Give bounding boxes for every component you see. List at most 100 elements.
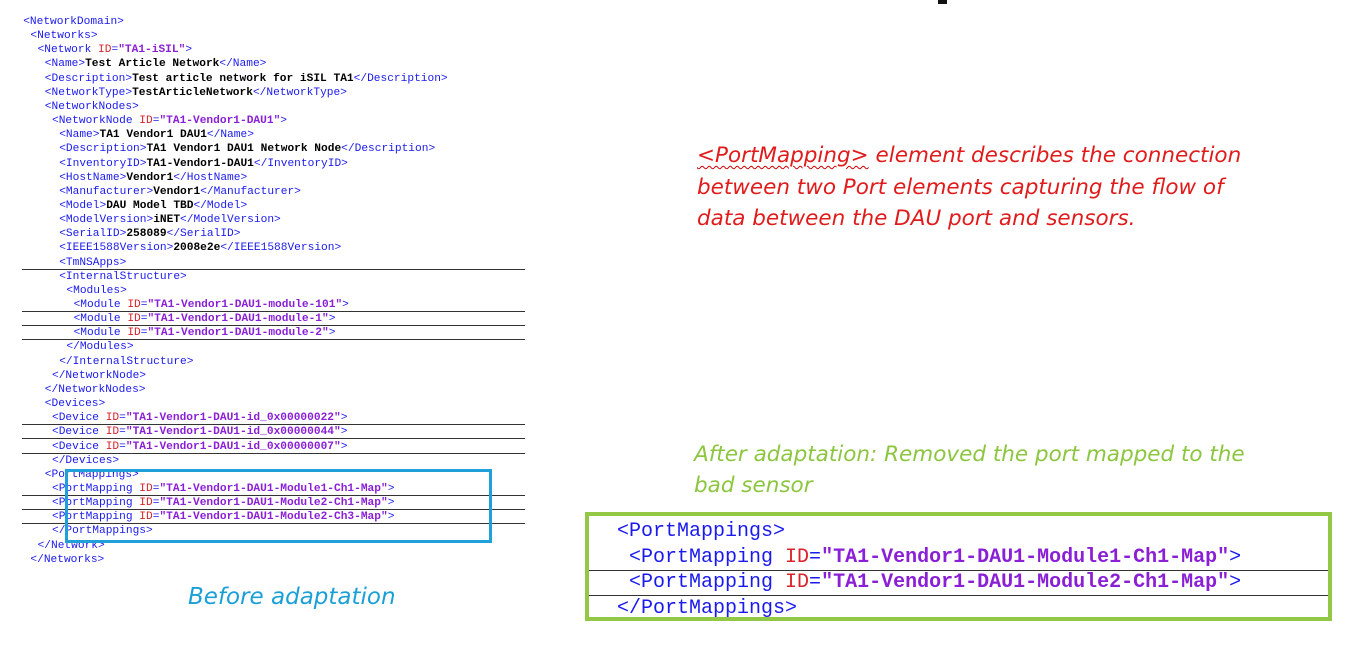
xml-tag-token: > — [328, 313, 336, 326]
line-separator — [589, 595, 1328, 596]
xml-tag-token: </NetworkType> — [252, 86, 347, 99]
xml-attr-token: ID — [785, 571, 810, 594]
xml-tag-token: <HostName> — [59, 171, 127, 184]
line-separator — [22, 438, 525, 440]
xml-tag-token: </Modules> — [66, 341, 134, 354]
xml-tag-token: </Description> — [353, 72, 448, 85]
xml-tag-token: = — [809, 571, 822, 594]
xml-val-token: "TA1-Vendor1-DAU1-id_0x00000022" — [125, 412, 341, 425]
xml-line: <Name>TA1 Vendor1 DAU1</Name> — [59, 128, 254, 142]
xml-tag-token: <PortMapping — [629, 545, 786, 569]
xml-txt-token: Test article network for iSIL TA1 — [132, 72, 354, 85]
line-separator — [22, 325, 525, 327]
xml-line: <Device ID="TA1-Vendor1-DAU1-id_0x000000… — [52, 425, 347, 439]
xml-tag-token: <InternalStructure> — [59, 270, 187, 283]
xml-tag-token: = — [119, 412, 126, 425]
xml-line: <Model>DAU Model TBD</Model> — [59, 199, 247, 213]
xml-tag-token: <Modules> — [66, 284, 127, 297]
xml-tag-token: <NetworkType> — [44, 86, 133, 99]
xml-val-token: "TA1-Vendor1-DAU1-Module2-Ch1-Map" — [821, 571, 1230, 594]
xml-line: <InternalStructure> — [59, 270, 187, 284]
xml-txt-token: Vendor1 — [126, 171, 174, 184]
xml-val-token: "TA1-Vendor1-DAU1-Module1-Ch1-Map" — [821, 545, 1230, 569]
xml-line: <Name>Test Article Network</Name> — [45, 57, 267, 71]
xml-attr-token: ID — [785, 545, 810, 569]
xml-tag-token: <Name> — [59, 129, 100, 142]
xml-tag-token: <TmNSApps> — [59, 256, 127, 269]
xml-after-line: <PortMapping ID="TA1-Vendor1-DAU1-Module… — [629, 570, 1241, 595]
xml-line: <NetworkNode ID="TA1-Vendor1-DAU1"> — [52, 114, 287, 128]
xml-tag-token: </ModelVersion> — [180, 214, 281, 227]
xml-tag-token: <Model> — [59, 199, 107, 212]
xml-val-token: "TA1-Vendor1-DAU1-id_0x00000007" — [125, 440, 341, 453]
xml-tag-token: <NetworkNodes> — [44, 100, 139, 113]
xml-tag-token: <Devices> — [44, 398, 106, 411]
xml-line: <SerialID>258089</SerialID> — [59, 227, 240, 241]
xml-tag-token: <Name> — [44, 58, 86, 71]
xml-tag-token: </HostName> — [173, 171, 248, 184]
xml-txt-token: Vendor1 — [153, 185, 201, 198]
xml-tag-token: </Networks> — [30, 553, 105, 566]
xml-tag-token: > — [340, 412, 348, 425]
xml-tag-token: </PortMappings> — [617, 596, 798, 620]
xml-tag-token: </InventoryID> — [253, 157, 348, 170]
xml-tag-token: </Name> — [219, 58, 267, 71]
xml-val-token: "TA1-Vendor1-DAU1-module-2" — [147, 327, 329, 340]
xml-line: <Modules> — [66, 284, 126, 298]
xml-line: <HostName>Vendor1</HostName> — [59, 171, 247, 185]
xml-attr-token: ID — [127, 299, 141, 311]
xml-line: <Module ID="TA1-Vendor1-DAU1-module-1"> — [74, 312, 336, 326]
before-portmappings-highlight — [65, 469, 492, 543]
xml-tag-token: <Device — [52, 440, 106, 453]
xml-tag-token: = — [119, 426, 126, 439]
xml-tag-token: = — [119, 440, 126, 453]
xml-line: <Devices> — [45, 397, 105, 411]
xml-tag-token: </Name> — [206, 129, 254, 142]
xml-val-token: "TA1-iSIL" — [118, 44, 186, 57]
xml-tag-token: <Networks> — [30, 30, 98, 43]
line-separator — [22, 311, 525, 312]
xml-line: <Manufacturer>Vendor1</Manufacturer> — [59, 185, 301, 199]
xml-tag-token: </IEEE1588Version> — [220, 242, 342, 255]
line-separator — [22, 424, 525, 426]
xml-tag-token: </Description> — [341, 143, 436, 156]
xml-line: </InternalStructure> — [59, 355, 193, 369]
xml-tag-token: <IEEE1588Version> — [59, 242, 174, 255]
xml-line: <ModelVersion>iNET</ModelVersion> — [59, 213, 281, 227]
xml-tag-token: > — [342, 299, 349, 311]
xml-line: <InventoryID>TA1-Vendor1-DAU1</Inventory… — [59, 157, 348, 171]
xml-after-listing: <PortMappings> <PortMapping ID="TA1-Vendo… — [585, 512, 1332, 621]
xml-attr-token: ID — [127, 313, 141, 326]
xml-tag-token: </Devices> — [52, 454, 120, 467]
line-separator — [589, 569, 1328, 571]
xml-line: <NetworkType>TestArticleNetwork</Network… — [45, 86, 347, 100]
xml-tag-token: > — [185, 44, 193, 57]
xml-txt-token: 258089 — [126, 228, 167, 241]
xml-line: <NetworkNodes> — [45, 100, 139, 114]
xml-tag-token: <PortMapping — [629, 571, 786, 594]
xml-tag-token: <Description> — [44, 72, 133, 85]
xml-tag-token: > — [1229, 545, 1242, 569]
xml-tag-token: <PortMappings> — [617, 520, 786, 543]
xml-tag-token: > — [280, 115, 288, 128]
caption-after-adaptation: After adaptation: Removed the port mappe… — [694, 442, 1245, 498]
xml-tag-token: <SerialID> — [59, 228, 127, 241]
xml-attr-token: ID — [139, 115, 153, 128]
xml-tag-token: </NetworkNodes> — [44, 383, 146, 396]
xml-tag-token: <Module — [73, 313, 128, 326]
xml-line: <Device ID="TA1-Vendor1-DAU1-id_0x000000… — [52, 440, 347, 454]
xml-tag-token: <NetworkDomain> — [23, 16, 124, 28]
xml-line: <IEEE1588Version>2008e2e</IEEE1588Versio… — [59, 241, 341, 255]
xml-line: </NetworkNode> — [52, 369, 146, 383]
xml-after-line: <PortMapping ID="TA1-Vendor1-DAU1-Module… — [629, 545, 1241, 570]
xml-line: <Description>Test article network for iS… — [45, 72, 448, 86]
xml-val-token: "TA1-Vendor1-DAU1-module-101" — [147, 299, 343, 311]
xml-line: <Module ID="TA1-Vendor1-DAU1-module-101"… — [74, 298, 349, 312]
xml-tag-token: <Module — [73, 327, 128, 340]
xml-attr-token: ID — [127, 327, 141, 340]
xml-tag-token: <Manufacturer> — [59, 185, 154, 198]
top-edge-fragment — [938, 0, 947, 4]
xml-line: <NetworkDomain> — [23, 15, 124, 29]
xml-txt-token: Test Article Network — [85, 58, 220, 71]
xml-txt-token: iNET — [153, 214, 181, 227]
